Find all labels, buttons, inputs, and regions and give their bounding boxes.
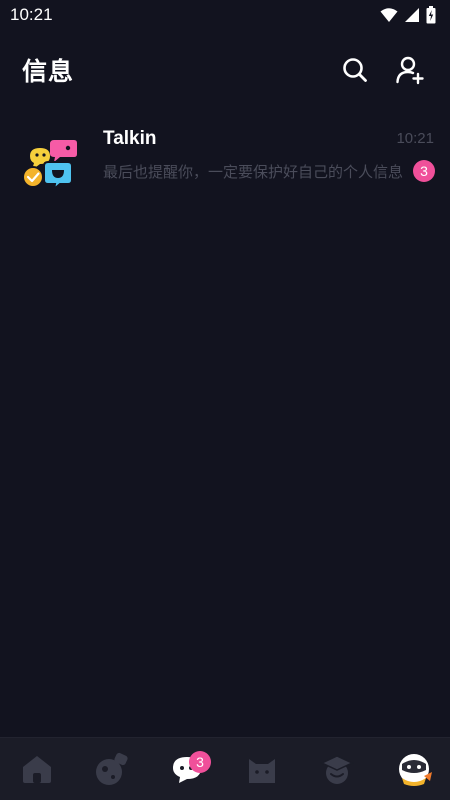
status-icons: [380, 6, 436, 24]
nav-item-messages[interactable]: 3: [162, 744, 212, 794]
cat-icon: [249, 759, 275, 783]
wifi-icon: [380, 8, 398, 22]
chat-preview: 最后也提醒你，一定要保护好自己的个人信息: [103, 163, 404, 181]
signal-icon: [405, 8, 419, 22]
astronaut-avatar-icon: [399, 754, 432, 786]
status-bar: 10:21: [0, 0, 450, 32]
nav-item-school[interactable]: [312, 744, 362, 794]
nav-item-home[interactable]: [12, 744, 62, 794]
nav-item-profile[interactable]: [389, 744, 439, 794]
status-time: 10:21: [10, 5, 53, 24]
header: 信息: [0, 44, 450, 96]
add-friend-icon: [396, 56, 424, 85]
planet-icon: [96, 752, 128, 785]
chat-time: 10:21: [396, 130, 434, 147]
nav-item-planet[interactable]: [87, 744, 137, 794]
nav-unread-badge: 3: [189, 751, 211, 773]
add-friend-button[interactable]: [392, 52, 428, 88]
nav-item-cat[interactable]: [237, 744, 287, 794]
graduation-cap-icon: [320, 755, 354, 784]
chat-name: Talkin: [103, 128, 157, 149]
chat-item-talkin[interactable]: Talkin 10:21 最后也提醒你，一定要保护好自己的个人信息 3: [0, 120, 450, 200]
messages-screen: 10:21 信息 Talkin 10:21 最后也提醒你，一定要保护好自己的个人…: [0, 0, 450, 800]
talkin-chat-bubbles-icon: [22, 140, 77, 192]
chat-avatar: [20, 128, 82, 192]
bottom-nav: 3: [0, 737, 450, 800]
battery-charging-icon: [426, 6, 436, 24]
chat-list: Talkin 10:21 最后也提醒你，一定要保护好自己的个人信息 3: [0, 120, 450, 200]
search-icon: [343, 58, 367, 82]
unread-badge: 3: [413, 160, 435, 182]
home-icon: [23, 756, 51, 783]
search-button[interactable]: [337, 52, 373, 88]
page-title: 信息: [22, 57, 75, 86]
